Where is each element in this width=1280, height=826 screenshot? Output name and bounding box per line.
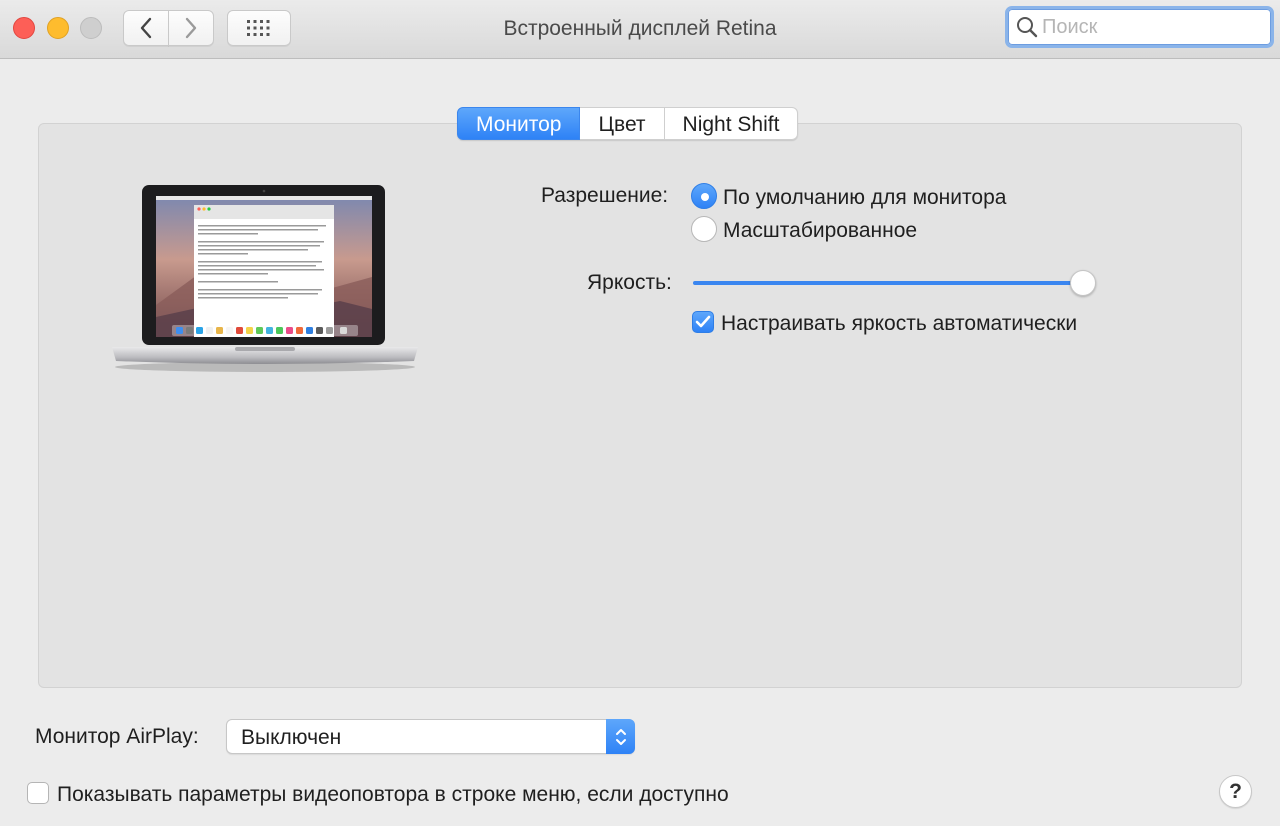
checkmark-icon — [695, 315, 711, 328]
show-mirroring-label[interactable]: Показывать параметры видеоповтора в стро… — [57, 783, 729, 807]
resolution-default-radio[interactable] — [691, 183, 717, 209]
brightness-slider[interactable] — [693, 281, 1085, 285]
auto-brightness-label[interactable]: Настраивать яркость автоматически — [721, 312, 1077, 336]
search-box[interactable] — [1005, 6, 1274, 48]
resolution-label: Разрешение: — [541, 184, 669, 207]
search-icon — [1017, 17, 1038, 38]
brightness-label: Яркость: — [587, 271, 672, 294]
airplay-label: Монитор AirPlay: — [35, 725, 199, 748]
auto-brightness-checkbox[interactable] — [692, 311, 714, 333]
tab-monitor[interactable]: Монитор — [457, 107, 581, 140]
help-button[interactable]: ? — [1219, 775, 1252, 808]
tab-night-shift[interactable]: Night Shift — [664, 107, 799, 140]
show-mirroring-checkbox[interactable] — [27, 782, 49, 804]
macbook-illustration — [112, 185, 418, 372]
search-input[interactable] — [1042, 15, 1262, 39]
airplay-popup-value: Выключен — [241, 726, 342, 749]
resolution-default-label[interactable]: По умолчанию для монитора — [723, 186, 1006, 210]
brightness-slider-knob[interactable] — [1070, 270, 1096, 296]
resolution-scaled-label[interactable]: Масштабированное — [723, 219, 917, 243]
airplay-popup[interactable]: Выключен — [226, 719, 635, 754]
popup-arrows-icon — [606, 719, 635, 754]
title-bar: Встроенный дисплей Retina — [0, 0, 1280, 59]
resolution-scaled-radio[interactable] — [691, 216, 717, 242]
tab-color[interactable]: Цвет — [580, 107, 665, 140]
tab-bar: Монитор Цвет Night Shift — [457, 107, 799, 140]
